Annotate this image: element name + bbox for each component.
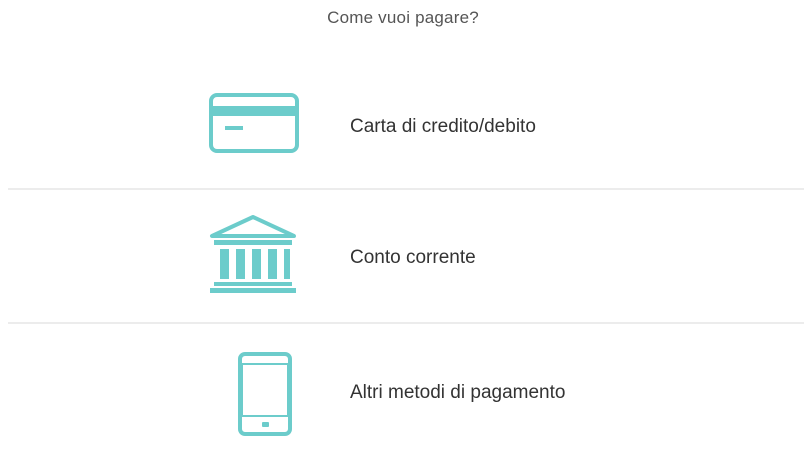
payment-option-card[interactable]: Carta di credito/debito	[8, 58, 804, 190]
smartphone-icon	[208, 352, 300, 441]
payment-option-label: Altri metodi di pagamento	[350, 382, 566, 403]
payment-option-bank-account[interactable]: Conto corrente	[8, 190, 804, 324]
payment-option-label: Carta di credito/debito	[350, 116, 536, 137]
payment-option-other[interactable]: Altri metodi di pagamento	[8, 324, 804, 453]
payment-option-label: Conto corrente	[350, 247, 476, 268]
credit-card-icon	[208, 92, 300, 159]
bank-icon	[208, 214, 298, 299]
page-title: Come vuoi pagare?	[327, 8, 479, 27]
